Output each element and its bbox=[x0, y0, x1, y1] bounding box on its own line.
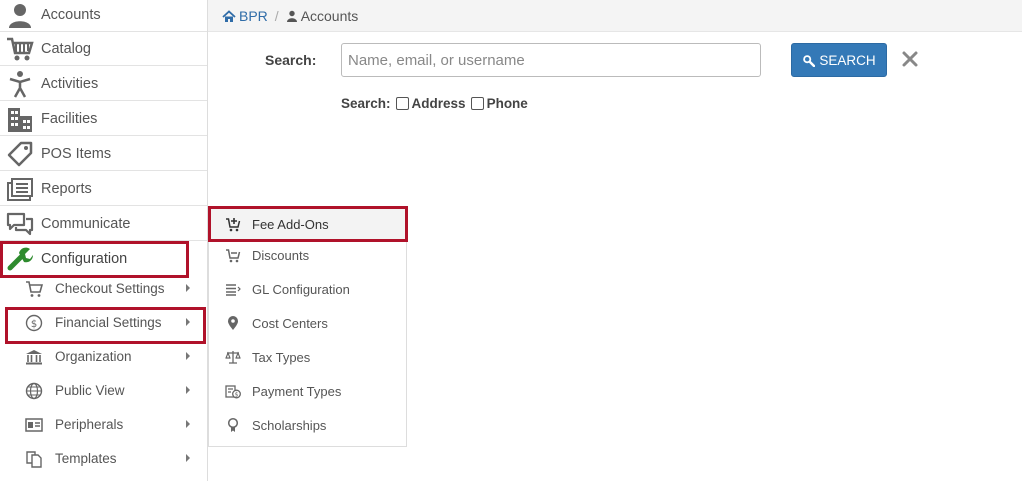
id-card-icon bbox=[25, 418, 43, 432]
phone-checkbox[interactable] bbox=[470, 97, 484, 110]
breadcrumb-home-link[interactable]: BPR bbox=[222, 8, 268, 24]
copy-icon bbox=[26, 451, 42, 468]
top-bar: BPR / Accounts bbox=[208, 0, 1022, 32]
map-marker-icon bbox=[228, 316, 238, 330]
search-input[interactable] bbox=[341, 43, 761, 77]
address-checkbox[interactable] bbox=[395, 97, 409, 110]
subitem-peripherals[interactable]: Peripherals bbox=[0, 407, 207, 441]
sidebar-item-facilities[interactable]: Facilities bbox=[0, 102, 207, 136]
building-icon bbox=[8, 108, 32, 132]
cart-minus-icon bbox=[226, 249, 241, 263]
subitem-templates[interactable]: Templates bbox=[0, 441, 207, 475]
sidebar-item-catalog[interactable]: Catalog bbox=[0, 32, 207, 66]
flyout-item-fee-add-ons[interactable]: Fee Add-Ons bbox=[209, 207, 406, 241]
dollar-circle-icon: $ bbox=[25, 314, 43, 332]
magnifier-icon bbox=[803, 54, 816, 67]
flyout-item-cost-centers[interactable]: Cost Centers bbox=[209, 306, 406, 340]
sidebar-item-accounts[interactable]: Accounts bbox=[0, 0, 207, 32]
search-options-label: Search: bbox=[341, 96, 391, 111]
flyout-item-label: GL Configuration bbox=[252, 281, 350, 297]
cart-icon bbox=[26, 281, 43, 297]
chevron-right-icon bbox=[186, 386, 190, 394]
flyout-item-scholarships[interactable]: Scholarships bbox=[209, 408, 406, 442]
sidebar-item-activities[interactable]: Activities bbox=[0, 67, 207, 101]
subitem-checkout-settings[interactable]: Checkout Settings bbox=[0, 271, 207, 305]
chevron-right-icon bbox=[186, 284, 190, 292]
address-checkbox-label: Address bbox=[411, 96, 466, 111]
subitem-label: Financial Settings bbox=[55, 314, 162, 330]
tag-icon bbox=[7, 141, 33, 167]
person-icon bbox=[286, 10, 297, 22]
award-icon bbox=[227, 417, 239, 432]
search-label: Search: bbox=[265, 52, 317, 68]
flyout-item-tax-types[interactable]: Tax Types bbox=[209, 340, 406, 374]
flyout-item-label: Fee Add-Ons bbox=[252, 216, 329, 232]
shopping-cart-icon bbox=[7, 37, 34, 61]
close-icon[interactable] bbox=[900, 49, 920, 69]
svg-text:$: $ bbox=[31, 319, 37, 330]
sidebar: Accounts Catalog Activities Facilities P… bbox=[0, 0, 208, 481]
subitem-label: Public View bbox=[55, 382, 125, 398]
sidebar-item-reports[interactable]: Reports bbox=[0, 172, 207, 206]
globe-icon bbox=[25, 382, 43, 400]
subitem-label: Organization bbox=[55, 348, 132, 364]
financial-settings-flyout: Fee Add-Ons Discounts GL Configuration C… bbox=[208, 206, 407, 447]
sidebar-item-label: Catalog bbox=[41, 40, 91, 57]
chevron-right-icon bbox=[186, 318, 190, 326]
sidebar-item-communicate[interactable]: Communicate bbox=[0, 207, 207, 241]
flyout-item-label: Cost Centers bbox=[252, 315, 328, 331]
chevron-right-icon bbox=[186, 352, 190, 360]
sidebar-item-label: POS Items bbox=[41, 145, 112, 162]
subitem-label: Checkout Settings bbox=[55, 280, 165, 296]
flyout-item-label: Payment Types bbox=[252, 383, 342, 399]
activity-person-icon bbox=[9, 71, 31, 98]
payment-icon: $ bbox=[225, 385, 241, 399]
chevron-right-icon bbox=[186, 454, 190, 462]
search-button[interactable]: SEARCH bbox=[791, 43, 887, 77]
list-icon bbox=[226, 284, 241, 296]
breadcrumb-current: Accounts bbox=[286, 8, 359, 24]
flyout-item-discounts[interactable]: Discounts bbox=[209, 238, 406, 272]
phone-checkbox-label: Phone bbox=[486, 96, 528, 111]
subitem-organization[interactable]: Organization bbox=[0, 339, 207, 373]
cart-plus-icon bbox=[226, 218, 241, 232]
sidebar-item-label: Communicate bbox=[41, 215, 131, 232]
home-icon bbox=[222, 9, 236, 22]
flyout-item-label: Scholarships bbox=[252, 417, 327, 433]
scale-icon bbox=[225, 351, 241, 364]
sidebar-item-label: Reports bbox=[41, 180, 92, 197]
search-options: Search: Address Phone bbox=[341, 96, 528, 111]
sidebar-item-label: Configuration bbox=[41, 251, 128, 267]
flyout-item-label: Tax Types bbox=[252, 349, 311, 365]
subitem-label: Templates bbox=[55, 450, 117, 466]
sidebar-item-pos-items[interactable]: POS Items bbox=[0, 137, 207, 171]
flyout-item-gl-configuration[interactable]: GL Configuration bbox=[209, 272, 406, 306]
breadcrumb-home-label: BPR bbox=[239, 8, 268, 24]
subitem-public-view[interactable]: Public View bbox=[0, 373, 207, 407]
chat-icon bbox=[6, 212, 34, 236]
flyout-item-payment-types[interactable]: $ Payment Types bbox=[209, 374, 406, 408]
breadcrumb: BPR / Accounts bbox=[222, 8, 358, 24]
person-icon bbox=[9, 4, 31, 28]
svg-text:$: $ bbox=[235, 391, 239, 398]
breadcrumb-current-label: Accounts bbox=[300, 8, 359, 24]
sidebar-item-label: Facilities bbox=[41, 110, 98, 127]
bank-icon bbox=[26, 350, 42, 365]
subitem-label: Peripherals bbox=[55, 416, 124, 432]
reports-icon bbox=[7, 178, 33, 201]
flyout-item-label: Discounts bbox=[252, 247, 310, 263]
breadcrumb-separator: / bbox=[274, 8, 279, 24]
search-button-label: SEARCH bbox=[819, 52, 876, 68]
chevron-right-icon bbox=[186, 420, 190, 428]
wrench-icon bbox=[7, 247, 34, 271]
sidebar-item-label: Accounts bbox=[41, 6, 101, 23]
sidebar-item-label: Activities bbox=[41, 75, 99, 92]
subitem-financial-settings[interactable]: $ Financial Settings bbox=[0, 305, 207, 339]
